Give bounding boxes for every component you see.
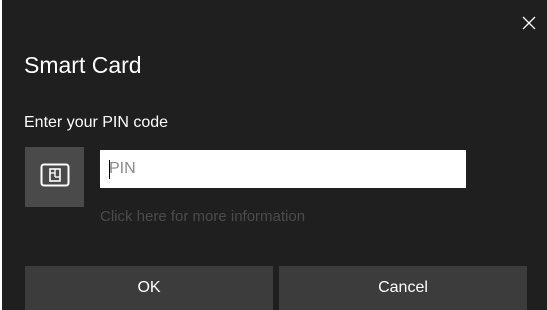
ok-button[interactable]: OK (25, 266, 273, 310)
smart-card-tile (25, 147, 84, 207)
smart-card-dialog: Smart Card Enter your PIN code Click her… (2, 0, 547, 310)
dialog-title: Smart Card (24, 52, 142, 78)
close-button[interactable] (511, 8, 547, 38)
smart-card-icon (40, 163, 70, 192)
more-info-link[interactable]: Click here for more information (100, 208, 305, 225)
cancel-button[interactable]: Cancel (279, 266, 527, 310)
pin-input[interactable] (100, 150, 466, 188)
text-caret (109, 160, 110, 179)
close-icon (522, 16, 536, 30)
pin-prompt-label: Enter your PIN code (24, 114, 169, 131)
